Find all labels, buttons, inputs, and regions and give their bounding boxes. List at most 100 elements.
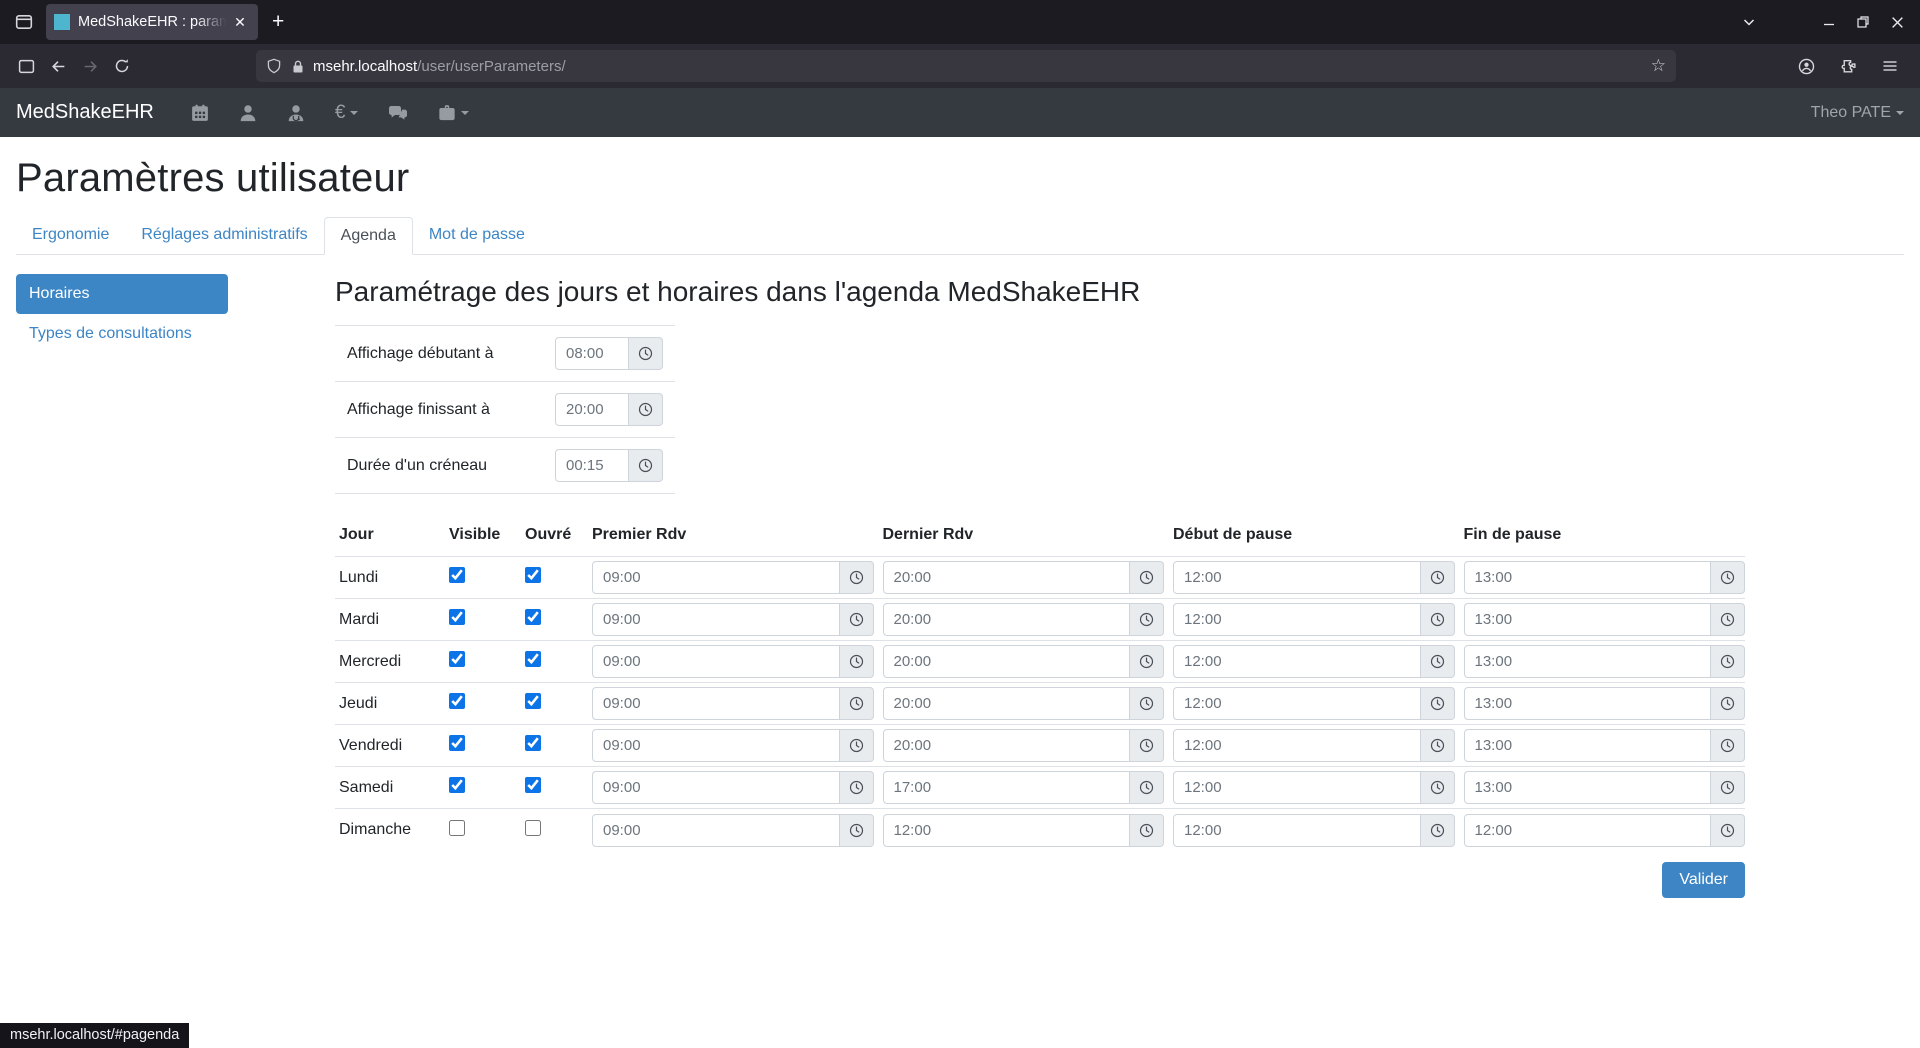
premier-input[interactable]	[592, 645, 840, 678]
clock-button[interactable]	[1711, 645, 1745, 678]
toolbox-briefcase-icon[interactable]	[423, 88, 484, 137]
ouvre-checkbox[interactable]	[525, 777, 541, 793]
menu-hamburger-icon[interactable]	[1874, 51, 1906, 81]
clock-button[interactable]	[629, 337, 663, 370]
premier-input[interactable]	[592, 687, 840, 720]
debut-pause-input[interactable]	[1173, 645, 1421, 678]
debut-pause-input[interactable]	[1173, 561, 1421, 594]
debut-pause-input[interactable]	[1173, 603, 1421, 636]
messages-comments-icon[interactable]	[373, 88, 423, 137]
fin-pause-input[interactable]	[1464, 814, 1712, 847]
tab-close-icon[interactable]: ✕	[230, 12, 250, 32]
clock-button[interactable]	[1421, 687, 1455, 720]
app-brand[interactable]: MedShakeEHR	[16, 101, 154, 124]
browser-tab[interactable]: MedShakeEHR : paramètr ✕	[46, 4, 258, 40]
back-button[interactable]	[42, 51, 74, 81]
dernier-input[interactable]	[883, 687, 1131, 720]
clock-button[interactable]	[840, 771, 874, 804]
clock-button[interactable]	[840, 561, 874, 594]
tab-agenda[interactable]: Agenda	[324, 217, 413, 255]
affichage-debutant-input[interactable]	[555, 337, 629, 370]
clock-button[interactable]	[629, 393, 663, 426]
visible-checkbox[interactable]	[449, 651, 465, 667]
debut-pause-input[interactable]	[1173, 771, 1421, 804]
fin-pause-input[interactable]	[1464, 645, 1712, 678]
url-bar[interactable]: msehr.localhost/user/userParameters/ ☆	[256, 50, 1676, 82]
sidebar-toggle-icon[interactable]	[10, 51, 42, 81]
user-menu[interactable]: Theo PATE	[1811, 104, 1904, 122]
premier-input[interactable]	[592, 561, 840, 594]
clock-button[interactable]	[1711, 561, 1745, 594]
tab-list-chevron-icon[interactable]	[1732, 6, 1766, 38]
clock-button[interactable]	[1130, 687, 1164, 720]
dernier-input[interactable]	[883, 561, 1131, 594]
visible-checkbox[interactable]	[449, 567, 465, 583]
valider-button[interactable]: Valider	[1662, 862, 1745, 898]
ouvre-checkbox[interactable]	[525, 735, 541, 751]
dernier-input[interactable]	[883, 729, 1131, 762]
visible-checkbox[interactable]	[449, 777, 465, 793]
fin-pause-input[interactable]	[1464, 729, 1712, 762]
firefox-view-icon[interactable]	[8, 7, 40, 37]
bookmark-star-icon[interactable]: ☆	[1651, 56, 1666, 76]
sidebar-item-horaires[interactable]: Horaires	[16, 274, 228, 314]
tab-ergonomie[interactable]: Ergonomie	[16, 217, 125, 254]
fin-pause-input[interactable]	[1464, 561, 1712, 594]
debut-pause-input[interactable]	[1173, 729, 1421, 762]
premier-input[interactable]	[592, 771, 840, 804]
ouvre-checkbox[interactable]	[525, 820, 541, 836]
visible-checkbox[interactable]	[449, 820, 465, 836]
doctor-user-md-icon[interactable]	[272, 88, 320, 137]
debut-pause-input[interactable]	[1173, 814, 1421, 847]
ouvre-checkbox[interactable]	[525, 609, 541, 625]
premier-input[interactable]	[592, 729, 840, 762]
new-tab-button[interactable]: +	[272, 10, 284, 34]
debut-pause-input[interactable]	[1173, 687, 1421, 720]
duree-creneau-input[interactable]	[555, 449, 629, 482]
clock-button[interactable]	[1130, 645, 1164, 678]
premier-input[interactable]	[592, 814, 840, 847]
fin-pause-input[interactable]	[1464, 771, 1712, 804]
clock-button[interactable]	[1711, 687, 1745, 720]
visible-checkbox[interactable]	[449, 609, 465, 625]
lock-icon[interactable]	[291, 59, 305, 74]
clock-button[interactable]	[1130, 603, 1164, 636]
clock-button[interactable]	[1421, 771, 1455, 804]
window-close-button[interactable]	[1880, 6, 1914, 38]
reload-button[interactable]	[106, 51, 138, 81]
clock-button[interactable]	[1711, 771, 1745, 804]
window-restore-button[interactable]	[1846, 6, 1880, 38]
fin-pause-input[interactable]	[1464, 603, 1712, 636]
visible-checkbox[interactable]	[449, 735, 465, 751]
clock-button[interactable]	[1130, 771, 1164, 804]
agenda-calendar-icon[interactable]	[176, 88, 224, 137]
clock-button[interactable]	[1421, 645, 1455, 678]
clock-button[interactable]	[840, 729, 874, 762]
tab-mot-de-passe[interactable]: Mot de passe	[413, 217, 541, 254]
tab-reglages-administratifs[interactable]: Réglages administratifs	[125, 217, 323, 254]
fin-pause-input[interactable]	[1464, 687, 1712, 720]
ouvre-checkbox[interactable]	[525, 567, 541, 583]
dernier-input[interactable]	[883, 771, 1131, 804]
extensions-puzzle-icon[interactable]	[1832, 51, 1864, 81]
dernier-input[interactable]	[883, 645, 1131, 678]
clock-button[interactable]	[1421, 814, 1455, 847]
forward-button[interactable]	[74, 51, 106, 81]
clock-button[interactable]	[1421, 561, 1455, 594]
visible-checkbox[interactable]	[449, 693, 465, 709]
dernier-input[interactable]	[883, 603, 1131, 636]
clock-button[interactable]	[840, 814, 874, 847]
billing-euro-icon[interactable]: €	[320, 88, 374, 137]
affichage-finissant-input[interactable]	[555, 393, 629, 426]
clock-button[interactable]	[1711, 603, 1745, 636]
tracking-shield-icon[interactable]	[266, 58, 282, 74]
clock-button[interactable]	[840, 603, 874, 636]
ouvre-checkbox[interactable]	[525, 693, 541, 709]
patient-user-icon[interactable]	[224, 88, 272, 137]
account-icon[interactable]	[1790, 51, 1822, 81]
sidebar-item-types-de-consultations[interactable]: Types de consultations	[16, 314, 228, 354]
clock-button[interactable]	[1711, 729, 1745, 762]
clock-button[interactable]	[840, 645, 874, 678]
clock-button[interactable]	[1711, 814, 1745, 847]
clock-button[interactable]	[1130, 814, 1164, 847]
